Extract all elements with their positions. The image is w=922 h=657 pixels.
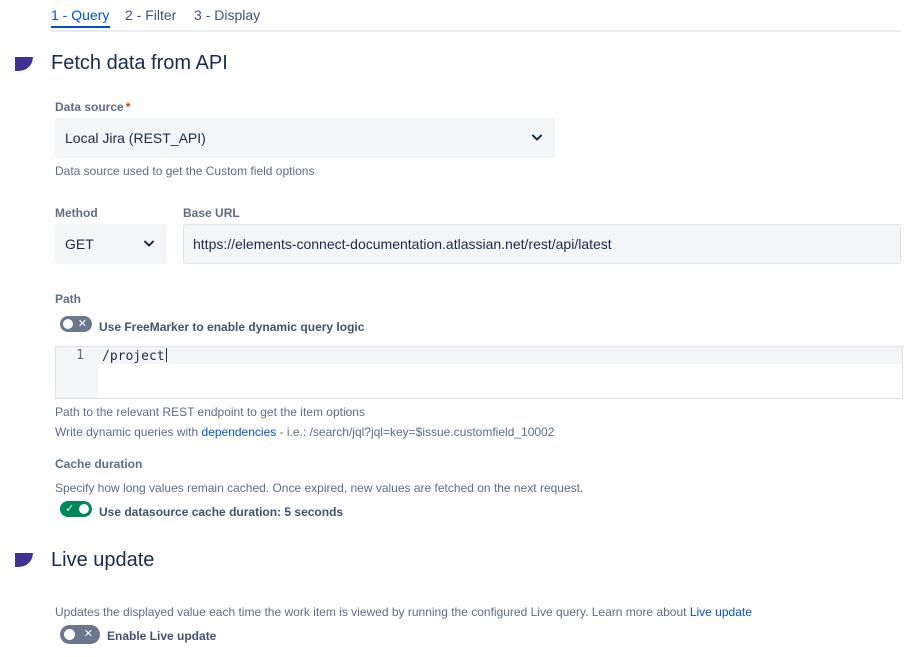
live-update-toggle-label: Enable Live update <box>107 629 217 643</box>
chevron-down-icon <box>532 134 542 141</box>
checkmark-icon: ✓ <box>65 503 75 515</box>
cache-duration-toggle-label: Use datasource cache duration: 5 seconds <box>99 505 344 519</box>
toggle-knob <box>64 629 75 640</box>
live-update-help: Updates the displayed value each time th… <box>55 605 752 619</box>
dependencies-link[interactable]: dependencies <box>202 425 277 439</box>
base-url-label: Base URL <box>183 206 240 220</box>
close-icon: ✕ <box>83 628 93 640</box>
tab-query[interactable]: 1 - Query <box>51 7 109 23</box>
path-dynamic-help-prefix: Write dynamic queries with <box>55 425 199 439</box>
section-title-fetch: Fetch data from API <box>51 52 228 74</box>
base-url-input[interactable]: https://elements-connect-documentation.a… <box>183 224 901 264</box>
path-dynamic-help-suffix: - i.e.: /search/jql?jql=key=$issue.custo… <box>276 425 555 439</box>
cache-duration-label: Cache duration <box>55 457 143 471</box>
line-number: 1 <box>76 348 84 363</box>
toggle-knob <box>63 319 73 329</box>
tab-filter[interactable]: 2 - Filter <box>125 7 176 23</box>
live-update-link[interactable]: Live update <box>690 605 752 619</box>
data-source-select[interactable]: Local Jira (REST_API) <box>55 118 555 158</box>
active-tab-indicator <box>51 26 110 28</box>
section-marker-icon <box>15 57 33 71</box>
toggle-knob <box>79 504 89 514</box>
base-url-value: https://elements-connect-documentation.a… <box>193 236 612 252</box>
editor-code-line[interactable]: /project <box>102 348 167 364</box>
text-cursor <box>165 348 167 362</box>
path-help: Path to the relevant REST endpoint to ge… <box>55 405 365 419</box>
method-value: GET <box>65 236 94 252</box>
editor-code-text: /project <box>102 349 165 364</box>
cache-duration-toggle[interactable]: ✓ <box>60 501 92 517</box>
section-title-live-update: Live update <box>51 549 155 571</box>
path-label: Path <box>55 292 82 306</box>
chevron-down-icon <box>144 240 154 247</box>
freemarker-toggle-label: Use FreeMarker to enable dynamic query l… <box>99 320 365 334</box>
freemarker-toggle[interactable]: ✕ <box>60 316 92 332</box>
cache-duration-help: Specify how long values remain cached. O… <box>55 481 584 495</box>
live-update-toggle[interactable]: ✕ <box>60 625 100 644</box>
section-marker-icon <box>15 553 33 567</box>
path-code-editor[interactable]: 1 /project <box>55 346 903 399</box>
tab-display[interactable]: 3 - Display <box>194 7 260 23</box>
active-line-highlight <box>98 347 902 364</box>
tab-bar: 1 - Query 2 - Filter 3 - Display <box>51 0 901 32</box>
method-select[interactable]: GET <box>55 224 167 264</box>
data-source-label: Data source * <box>55 100 130 114</box>
data-source-label-text: Data source <box>55 100 124 114</box>
editor-gutter: 1 <box>56 347 98 398</box>
data-source-value: Local Jira (REST_API) <box>65 130 206 146</box>
required-mark: * <box>125 100 131 114</box>
method-label: Method <box>55 206 98 220</box>
data-source-help: Data source used to get the Custom field… <box>55 164 315 178</box>
close-icon: ✕ <box>77 318 87 330</box>
path-dynamic-help: Write dynamic queries with dependencies … <box>55 425 554 439</box>
live-update-help-text: Updates the displayed value each time th… <box>55 605 687 619</box>
